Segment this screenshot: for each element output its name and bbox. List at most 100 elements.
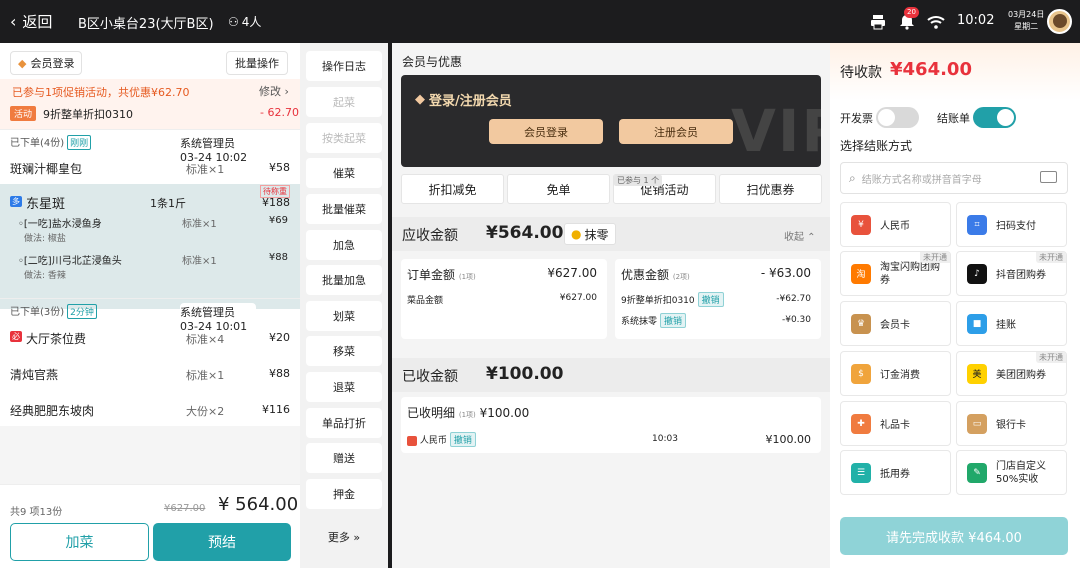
- edit-icon: ✎: [967, 462, 987, 483]
- promo-banner: 已参与1项促销活动，共优惠¥62.70 修改 › 活动 9折整单折扣0310 -…: [0, 79, 300, 129]
- pay-method-taobao[interactable]: 淘淘宝闪购团购券 未开通: [840, 251, 951, 296]
- search-icon: ⌕: [849, 170, 856, 185]
- order-panel: ◆ 会员登录 批量操作 已参与1项促销活动，共优惠¥62.70 修改 › 活动 9…: [0, 43, 300, 568]
- notification-badge: 20: [904, 7, 919, 18]
- chevron-down-icon: »: [353, 531, 361, 544]
- person-icon: ⚇: [228, 14, 239, 29]
- finish-payment-button[interactable]: 请先完成收款 ¥464.00: [840, 517, 1068, 555]
- payment-detail-panel: 会员与优惠 VIP ◆登录/注册会员 会员登录 注册会员 折扣减免 免单 促销活…: [392, 43, 830, 568]
- tab-discount[interactable]: 折扣减免: [401, 174, 504, 204]
- list-empty-area: [0, 426, 300, 484]
- batch-ops-button[interactable]: 批量操作: [226, 51, 288, 75]
- vip-login-button[interactable]: 会员登录: [489, 119, 603, 144]
- pay-method-voucher[interactable]: ☰ 抵用券: [840, 450, 951, 495]
- back-button[interactable]: ‹ 返回: [10, 11, 52, 32]
- collapse-button[interactable]: 收起 ⌃: [784, 228, 816, 243]
- tab-coupon[interactable]: 扫优惠券: [719, 174, 822, 204]
- op-urgent-button[interactable]: 加急: [306, 230, 382, 260]
- wifi-icon: [927, 16, 945, 29]
- keyboard-icon[interactable]: [1040, 171, 1057, 183]
- op-log-button[interactable]: 操作日志: [306, 51, 382, 81]
- pay-method-credit[interactable]: ■ 挂账: [956, 301, 1067, 346]
- promo-amount: - 62.70: [260, 106, 299, 119]
- people-count: ⚇ 4人: [228, 14, 262, 30]
- discount-amount-card: 优惠金额 (2项) - ¥63.00 9折整单折扣0310 撤销 -¥62.70 …: [615, 259, 821, 339]
- op-rush-button[interactable]: 催菜: [306, 158, 382, 188]
- voucher-icon: ☰: [851, 462, 871, 483]
- pay-method-member-card[interactable]: ♛ 会员卡: [840, 301, 951, 346]
- order-batch-header: 已下单(3份) 2分钟 系统管理员 03-24 10:01: [0, 298, 300, 333]
- op-deposit-button[interactable]: 押金: [306, 479, 382, 509]
- member-login-button[interactable]: ◆ 会员登录: [10, 51, 83, 75]
- douyin-icon: ♪: [967, 263, 987, 284]
- status-badge: 刚刚: [67, 135, 92, 150]
- pay-method-meituan[interactable]: 美美团团购券 未开通: [956, 351, 1067, 396]
- chevron-left-icon: ‹: [10, 12, 17, 31]
- cancel-round-off-button[interactable]: 撤销: [660, 313, 687, 328]
- meituan-icon: 美: [967, 363, 987, 384]
- discount-tabs: 折扣减免 免单 促销活动 扫优惠券: [401, 174, 822, 204]
- pay-method-custom[interactable]: ✎ 门店自定义50%实收: [956, 450, 1067, 495]
- op-gift-button[interactable]: 赠送: [306, 443, 382, 473]
- member-card-icon: ♛: [851, 313, 871, 334]
- clock-time: 10:02: [957, 13, 995, 28]
- received-amount: ¥100.00: [486, 364, 564, 384]
- op-serve-button[interactable]: 起菜: [306, 87, 382, 117]
- cancel-discount-button[interactable]: 撤销: [697, 292, 724, 307]
- pay-method-scan[interactable]: ⌗ 扫码支付: [956, 202, 1067, 247]
- invoice-toggle[interactable]: [876, 107, 919, 128]
- dish-name: 东星斑: [26, 197, 66, 212]
- receivable-amount: ¥564.00: [486, 223, 564, 243]
- avatar[interactable]: [1047, 9, 1072, 34]
- order-amount-card: 订单金额 (1项) ¥627.00 菜品金额 ¥627.00: [401, 259, 607, 339]
- section-title: 会员与优惠: [402, 55, 463, 69]
- selected-dish-group[interactable]: 多 东星斑 1条1斤 待称重 ¥188 ◦[一吃]盐水浸鱼身 标准×1 ¥69 …: [0, 184, 300, 309]
- order-batch-header: 已下单(4份) 刚刚 系统管理员 03-24 10:02: [0, 129, 300, 164]
- op-batch-urgent-button[interactable]: 批量加急: [306, 265, 382, 295]
- pay-method-bank-card[interactable]: ▭ 银行卡: [956, 401, 1067, 446]
- diamond-icon: ◆: [415, 92, 425, 107]
- more-button[interactable]: 更多 »: [306, 529, 382, 545]
- diamond-icon: ◆: [18, 56, 27, 70]
- pay-method-gift-card[interactable]: ✚ 礼品卡: [840, 401, 951, 446]
- pay-method-douyin[interactable]: ♪ 抖音团购券 未开通: [956, 251, 1067, 296]
- cancel-payment-button[interactable]: 撤销: [449, 432, 476, 447]
- bill-toggle[interactable]: [973, 107, 1016, 128]
- op-move-button[interactable]: 移菜: [306, 336, 382, 366]
- op-return-button[interactable]: 退菜: [306, 372, 382, 402]
- modify-promo-button[interactable]: 修改 ›: [259, 83, 289, 99]
- order-total: ¥ 564.00: [218, 494, 299, 515]
- vip-watermark: VIP: [731, 97, 821, 165]
- section-title: 选择结账方式: [840, 139, 913, 153]
- promo-summary: 已参与1项促销活动，共优惠¥62.70: [12, 86, 190, 99]
- pay-method-deposit[interactable]: $ 订金消费: [840, 351, 951, 396]
- pre-settle-button[interactable]: 预结: [153, 523, 291, 561]
- required-badge: 必: [10, 331, 22, 342]
- promo-tag: 活动: [10, 106, 37, 121]
- pay-method-cash[interactable]: ¥ 人民币: [840, 202, 951, 247]
- pending-header: 待收款 ¥464.00: [830, 43, 1080, 100]
- order-total-bar: 共9 项13份 ¥627.00 ¥ 564.00 加菜 预结: [0, 484, 300, 568]
- op-serve-by-category-button[interactable]: 按类起菜: [306, 123, 382, 153]
- tab-tag: 已参与 1 个: [614, 175, 663, 186]
- op-mark-button[interactable]: 划菜: [306, 301, 382, 331]
- vip-register-button[interactable]: 注册会员: [619, 119, 733, 144]
- credit-icon: ■: [967, 313, 987, 334]
- add-dish-button[interactable]: 加菜: [10, 523, 149, 561]
- op-batch-rush-button[interactable]: 批量催菜: [306, 194, 382, 224]
- operations-column: 操作日志 起菜 按类起菜 催菜 批量催菜 加急 批量加急 划菜 移菜 退菜 单品…: [300, 43, 388, 568]
- op-item-discount-button[interactable]: 单品打折: [306, 408, 382, 438]
- printer-icon[interactable]: [868, 12, 888, 32]
- round-off-button[interactable]: ● 抹零: [564, 223, 616, 245]
- tab-free[interactable]: 免单: [507, 174, 610, 204]
- scan-icon: ⌗: [967, 214, 987, 235]
- received-detail-card: 已收明细 (1项) ¥100.00 人民币 撤销 10:03 ¥100.00: [401, 397, 821, 453]
- vip-card: VIP ◆登录/注册会员 会员登录 注册会员: [401, 75, 821, 167]
- checkout-panel: 待收款 ¥464.00 开发票 结账单 选择结账方式 ⌕ 结账方式名称或拼音首字…: [830, 43, 1080, 568]
- clock-date: 03月24日 星期二: [1008, 10, 1045, 31]
- payment-search-input[interactable]: ⌕ 结账方式名称或拼音首字母: [840, 162, 1068, 194]
- taobao-icon: 淘: [851, 263, 871, 284]
- received-band: 已收金额 ¥100.00: [392, 358, 830, 392]
- cash-icon: ¥: [851, 214, 871, 235]
- promo-name: 9折整单折扣0310: [43, 108, 133, 121]
